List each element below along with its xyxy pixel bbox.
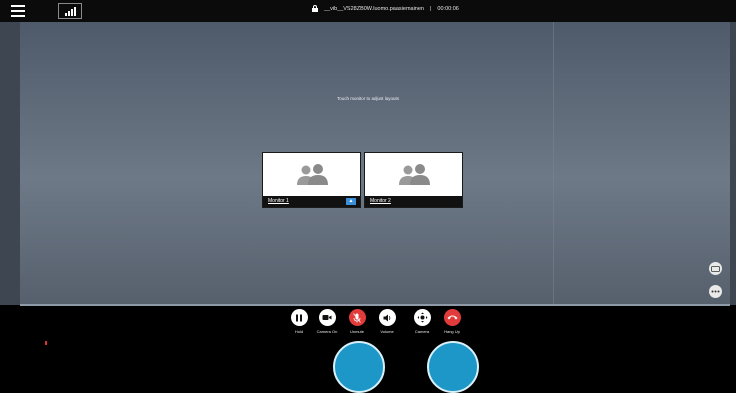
menu-icon[interactable] xyxy=(3,3,33,19)
participants-icon xyxy=(263,153,360,196)
camera-control-icon xyxy=(413,309,431,326)
monitor-2-tile[interactable]: Monitor 2 xyxy=(364,152,463,208)
hang-up-button[interactable]: Hang Up xyxy=(438,309,466,334)
control-label: Hold xyxy=(294,329,304,334)
closed-captions-icon[interactable] xyxy=(709,262,722,275)
control-label: Hang Up xyxy=(444,329,460,334)
control-label: Camera On xyxy=(316,329,338,334)
control-label: Unmute xyxy=(349,329,364,334)
left-edge xyxy=(0,22,20,305)
monitor-label-bar: Monitor 1 ▲ xyxy=(263,196,360,207)
session-info: __vib__VS28ZB0W.luomo.paasiemainen | 00:… xyxy=(312,5,459,12)
monitor-1-tile[interactable]: Monitor 1 ▲ xyxy=(262,152,361,208)
monitor-label[interactable]: Monitor 1 xyxy=(268,198,289,204)
stage-divider xyxy=(553,22,554,305)
volume-button[interactable]: Volume xyxy=(373,309,401,334)
signal-strength-icon[interactable] xyxy=(58,3,82,19)
floating-action-button[interactable] xyxy=(427,341,479,393)
control-label: Volume xyxy=(380,329,394,334)
status-indicator xyxy=(45,341,47,345)
camera-on-button[interactable]: Camera On xyxy=(313,309,341,334)
unmute-button[interactable]: Unmute xyxy=(343,309,371,334)
call-controls: Hold Camera On Unmute Volume Camera Hang… xyxy=(0,306,736,340)
control-label: Camera xyxy=(414,329,430,334)
participants-icon xyxy=(365,153,462,196)
hang-up-icon xyxy=(443,309,461,326)
top-bar: __vib__VS28ZB0W.luomo.paasiemainen | 00:… xyxy=(0,0,736,22)
monitor-label[interactable]: Monitor 2 xyxy=(370,198,391,204)
camera-control-button[interactable]: Camera xyxy=(408,309,436,334)
floating-action-button[interactable] xyxy=(333,341,385,393)
more-icon[interactable] xyxy=(709,285,722,298)
hold-button[interactable]: Hold xyxy=(285,309,313,334)
title-separator: | xyxy=(429,5,432,12)
elapsed-time: 00:00:06 xyxy=(437,5,459,12)
volume-icon xyxy=(378,309,396,326)
monitor-label-bar: Monitor 2 xyxy=(365,196,462,207)
pause-icon xyxy=(290,309,308,326)
layout-hint: Touch monitor to adjust layouts xyxy=(336,96,400,101)
mic-muted-icon xyxy=(348,309,366,326)
camera-icon xyxy=(318,309,336,326)
upload-icon[interactable]: ▲ xyxy=(346,198,356,205)
right-edge xyxy=(730,22,736,305)
session-title: __vib__VS28ZB0W.luomo.paasiemainen xyxy=(324,5,424,12)
lock-icon xyxy=(312,5,318,12)
